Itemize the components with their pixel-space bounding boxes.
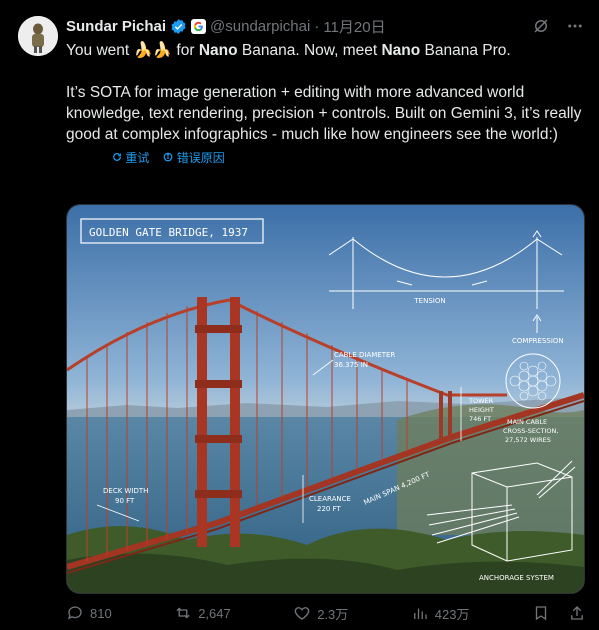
svg-text:TENSION: TENSION bbox=[413, 297, 445, 305]
share-button[interactable] bbox=[568, 604, 586, 622]
tweet-action-bar: 810 2,647 2.3万 423万 bbox=[66, 602, 586, 624]
like-count: 2.3万 bbox=[317, 606, 349, 622]
svg-text:ANCHORAGE SYSTEM: ANCHORAGE SYSTEM bbox=[479, 574, 554, 582]
views-button[interactable]: 423万 bbox=[411, 604, 470, 623]
translation-row: 重试 错误原因 bbox=[112, 149, 225, 166]
reply-button[interactable]: 810 bbox=[66, 604, 112, 622]
svg-text:HEIGHT: HEIGHT bbox=[469, 406, 494, 414]
info-icon bbox=[163, 152, 173, 162]
repost-icon bbox=[176, 607, 190, 619]
views-count: 423万 bbox=[434, 606, 470, 622]
svg-text:DECK WIDTH: DECK WIDTH bbox=[103, 487, 148, 495]
tweet-date[interactable]: 11月20日 bbox=[323, 16, 385, 37]
error-reason-link[interactable]: 错误原因 bbox=[163, 149, 225, 166]
tweet-text: You went 🍌🍌 for Nano Banana. Now, meet N… bbox=[66, 40, 586, 145]
tweet-line-1: You went 🍌🍌 for Nano Banana. Now, meet N… bbox=[66, 42, 511, 59]
bookmark-icon bbox=[535, 606, 547, 621]
svg-text:MAIN CABLE: MAIN CABLE bbox=[507, 418, 547, 426]
svg-text:TOWER: TOWER bbox=[468, 397, 494, 405]
grok-icon[interactable] bbox=[531, 16, 551, 36]
views-icon bbox=[413, 608, 427, 619]
svg-text:746 FT: 746 FT bbox=[469, 415, 491, 423]
header-separator: · bbox=[314, 17, 320, 35]
svg-text:CROSS-SECTION,: CROSS-SECTION, bbox=[503, 427, 558, 435]
like-button[interactable]: 2.3万 bbox=[293, 604, 348, 623]
svg-text:CABLE DIAMETER: CABLE DIAMETER bbox=[334, 351, 395, 359]
svg-text:36.375 IN: 36.375 IN bbox=[334, 361, 368, 369]
header-actions bbox=[531, 16, 585, 36]
reply-icon bbox=[67, 606, 82, 620]
avatar[interactable] bbox=[18, 16, 58, 56]
reply-count: 810 bbox=[90, 605, 112, 621]
bookmark-button[interactable] bbox=[532, 604, 550, 622]
tweet: Sundar Pichai @sundarpichai · 11月20日 You… bbox=[0, 0, 599, 630]
google-affiliate-icon[interactable] bbox=[191, 18, 207, 34]
tweet-media-image[interactable]: GOLDEN GATE BRIDGE, 1937 TENSION COMPRES… bbox=[66, 204, 585, 594]
svg-text:90 FT: 90 FT bbox=[115, 497, 135, 505]
svg-text:27,572 WIRES: 27,572 WIRES bbox=[505, 436, 551, 444]
author-name[interactable]: Sundar Pichai bbox=[66, 18, 166, 35]
infographic-title: GOLDEN GATE BRIDGE, 1937 bbox=[89, 226, 248, 239]
verified-badge-icon bbox=[170, 18, 187, 35]
repost-button[interactable]: 2,647 bbox=[174, 604, 231, 622]
tweet-paragraph-2: It’s SOTA for image generation + editing… bbox=[66, 84, 582, 143]
author-handle[interactable]: @sundarpichai bbox=[210, 18, 310, 35]
tweet-header: Sundar Pichai @sundarpichai · 11月20日 bbox=[66, 16, 386, 36]
refresh-icon bbox=[113, 153, 121, 161]
more-options-icon[interactable] bbox=[565, 16, 585, 36]
banana-emoji: 🍌🍌 bbox=[133, 42, 173, 59]
right-actions bbox=[532, 604, 586, 622]
retry-translation-link[interactable]: 重试 bbox=[112, 149, 149, 166]
svg-text:COMPRESSION: COMPRESSION bbox=[512, 337, 564, 345]
golden-gate-infographic: GOLDEN GATE BRIDGE, 1937 TENSION COMPRES… bbox=[67, 205, 584, 593]
heart-icon bbox=[294, 607, 310, 620]
svg-text:CLEARANCE: CLEARANCE bbox=[309, 495, 351, 503]
repost-count: 2,647 bbox=[198, 605, 231, 621]
share-icon bbox=[571, 606, 583, 620]
svg-text:220 FT: 220 FT bbox=[317, 505, 341, 513]
